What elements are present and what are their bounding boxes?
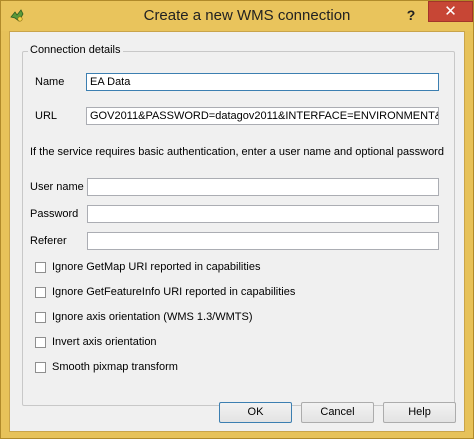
- name-field[interactable]: EA Data: [86, 73, 439, 91]
- title-help-button[interactable]: ?: [399, 5, 423, 25]
- dialog-body: Connection details Name EA Data URL GOV2…: [9, 31, 465, 432]
- name-label: Name: [35, 76, 65, 88]
- option-label: Smooth pixmap transform: [52, 361, 178, 373]
- option-label: Ignore GetFeatureInfo URI reported in ca…: [52, 286, 296, 298]
- option-label: Ignore GetMap URI reported in capabiliti…: [52, 261, 261, 273]
- group-title: Connection details: [28, 44, 123, 56]
- connection-details-group: [22, 51, 455, 406]
- close-button[interactable]: ✕: [428, 1, 473, 22]
- cancel-button[interactable]: Cancel: [301, 402, 374, 423]
- password-label: Password: [30, 208, 79, 220]
- password-field[interactable]: [87, 205, 439, 223]
- option-label: Ignore axis orientation (WMS 1.3/WMTS): [52, 311, 253, 323]
- checkbox[interactable]: [35, 262, 46, 273]
- checkbox[interactable]: [35, 362, 46, 373]
- url-label: URL: [35, 110, 58, 122]
- url-field[interactable]: GOV2011&PASSWORD=datagov2011&INTERFACE=E…: [86, 107, 439, 125]
- referer-label: Referer: [30, 235, 67, 247]
- checkbox[interactable]: [35, 337, 46, 348]
- option-label: Invert axis orientation: [52, 336, 157, 348]
- auth-note: If the service requires basic authentica…: [30, 146, 444, 158]
- ok-button[interactable]: OK: [219, 402, 292, 423]
- checkbox[interactable]: [35, 287, 46, 298]
- referer-field[interactable]: [87, 232, 439, 250]
- checkbox[interactable]: [35, 312, 46, 323]
- username-field[interactable]: [87, 178, 439, 196]
- username-label: User name: [30, 181, 84, 193]
- title-bar[interactable]: Create a new WMS connection ? ✕: [1, 1, 473, 31]
- help-button[interactable]: Help: [383, 402, 456, 423]
- dialog-window: Create a new WMS connection ? ✕ Connecti…: [0, 0, 474, 439]
